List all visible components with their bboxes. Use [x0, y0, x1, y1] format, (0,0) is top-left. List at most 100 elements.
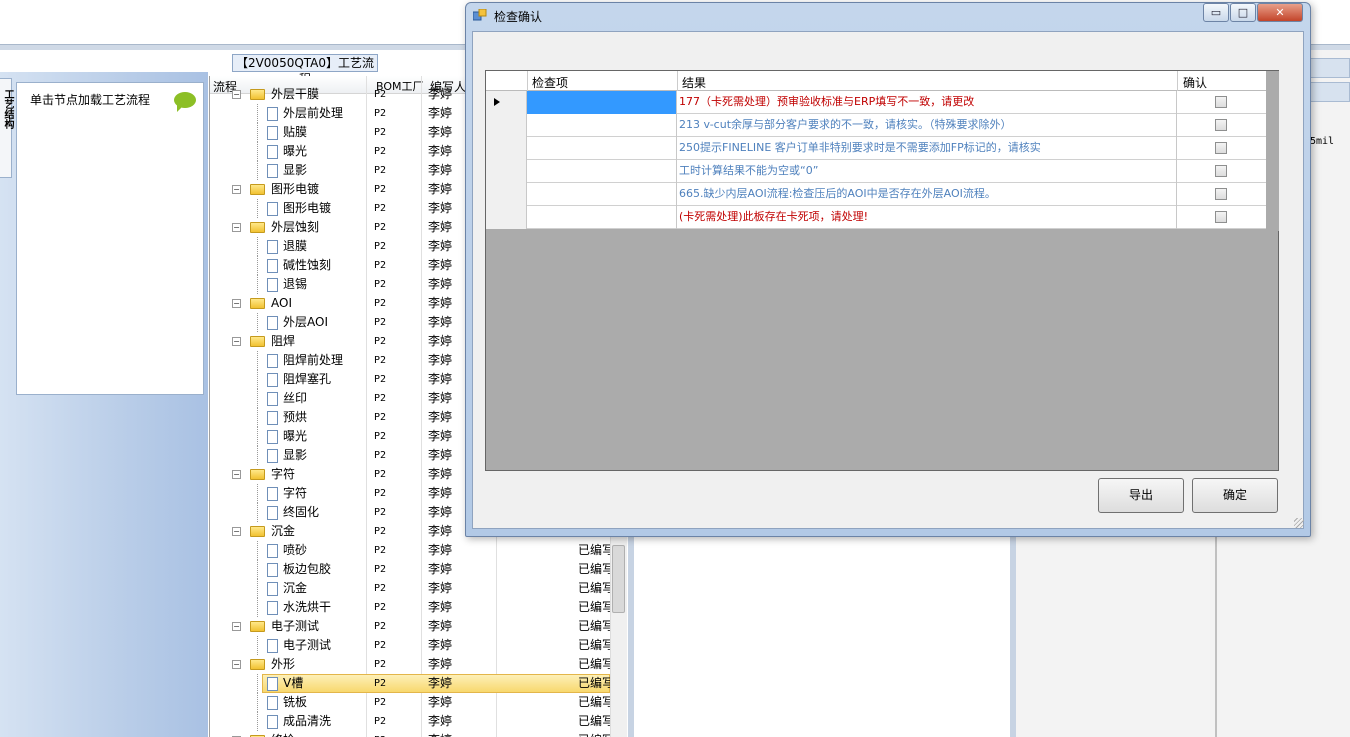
author-cell: 李婷 — [428, 144, 453, 158]
col-header-confirm[interactable]: 确认 — [1183, 74, 1207, 91]
row-header[interactable] — [486, 137, 527, 160]
confirm-checkbox[interactable] — [1215, 188, 1227, 200]
check-item-cell[interactable] — [527, 160, 677, 183]
close-button[interactable]: ✕ — [1257, 3, 1303, 22]
tree-row[interactable]: − 外形 P2 李婷 已编写 — [210, 655, 627, 674]
document-icon — [267, 354, 278, 368]
author-cell: 李婷 — [428, 106, 453, 120]
row-header[interactable] — [486, 114, 527, 137]
col-header-check-item[interactable]: 检查项 — [532, 74, 568, 91]
tree-node-label: 板边包胶 — [283, 562, 332, 576]
document-icon — [267, 601, 278, 615]
tree-node-label: 阻焊前处理 — [283, 353, 344, 367]
row-header[interactable] — [486, 91, 527, 114]
confirm-checkbox[interactable] — [1215, 165, 1227, 177]
tree-node-label: 曝光 — [283, 144, 308, 158]
tree-node-label: V槽 — [283, 676, 304, 690]
tree-node-label: 沉金 — [283, 581, 308, 595]
col-header-result[interactable]: 结果 — [682, 74, 706, 91]
collapse-toggle-icon[interactable]: − — [232, 223, 241, 232]
grid-row[interactable]: 213 v-cut余厚与部分客户要求的不一致，请核实。（特殊要求除外） — [486, 114, 1266, 137]
document-icon — [267, 677, 278, 691]
check-item-cell[interactable] — [527, 183, 677, 206]
result-cell[interactable]: 250提示FINELINE 客户订单非特别要求时是不需要添加FP标记的，请核实 — [677, 137, 1177, 160]
status-cell: 已编写 — [578, 676, 610, 690]
grid-row[interactable]: 250提示FINELINE 客户订单非特别要求时是不需要添加FP标记的，请核实 — [486, 137, 1266, 160]
result-cell[interactable]: 177（卡死需处理）预审验收标准与ERP填写不一致，请更改 — [677, 91, 1177, 114]
tree-row[interactable]: − 电子测试 P2 李婷 已编写 — [210, 617, 627, 636]
tree-node-label: 终固化 — [283, 505, 320, 519]
resize-grip[interactable] — [1294, 518, 1304, 528]
bom-cell: P2 — [374, 731, 386, 737]
tree-row[interactable]: V槽 P2 李婷 已编写 — [210, 674, 627, 693]
confirm-cell — [1177, 114, 1266, 137]
grid-row[interactable]: 177（卡死需处理）预审验收标准与ERP填写不一致，请更改 — [486, 91, 1266, 114]
result-cell[interactable]: 665.缺少内层AOI流程:检查压后的AOI中是否存在外层AOI流程。 — [677, 183, 1177, 206]
bom-cell: P2 — [374, 469, 387, 480]
row-header[interactable] — [486, 160, 527, 183]
author-cell: 李婷 — [428, 125, 453, 139]
tree-scroll-thumb[interactable] — [612, 545, 625, 613]
tree-node-label: 外层AOI — [283, 315, 328, 329]
result-cell[interactable]: 工时计算结果不能为空或“0” — [677, 160, 1177, 183]
author-cell: 李婷 — [428, 657, 453, 671]
confirm-cell — [1177, 206, 1266, 229]
check-item-cell[interactable] — [527, 114, 677, 137]
grid-row[interactable]: 665.缺少内层AOI流程:检查压后的AOI中是否存在外层AOI流程。 — [486, 183, 1266, 206]
collapse-toggle-icon[interactable]: − — [232, 527, 241, 536]
minimize-button[interactable]: ▭ — [1203, 3, 1229, 22]
bom-cell: P2 — [374, 298, 387, 309]
confirm-checkbox[interactable] — [1215, 96, 1227, 108]
collapse-toggle-icon[interactable]: − — [232, 337, 241, 346]
check-grid[interactable]: 检查项 结果 确认 177（卡死需处理）预审验收标准与ERP填写不一致，请更改 2… — [485, 70, 1279, 471]
check-item-cell[interactable] — [527, 137, 677, 160]
bom-cell: P2 — [374, 203, 387, 214]
collapse-toggle-icon[interactable]: − — [232, 660, 241, 669]
author-cell: 李婷 — [428, 505, 453, 519]
collapse-toggle-icon[interactable]: − — [232, 470, 241, 479]
collapse-toggle-icon[interactable]: − — [232, 299, 241, 308]
grid-row[interactable]: (卡死需处理)此板存在卡死项，请处理! — [486, 206, 1266, 229]
row-header[interactable] — [486, 183, 527, 206]
bom-cell: P2 — [374, 260, 387, 271]
confirm-checkbox[interactable] — [1215, 119, 1227, 131]
bom-cell: P2 — [374, 564, 387, 575]
check-item-cell[interactable] — [527, 206, 677, 229]
confirm-checkbox[interactable] — [1215, 142, 1227, 154]
tree-node-label: 图形电镀 — [283, 201, 332, 215]
current-row-icon — [494, 98, 500, 106]
collapse-toggle-icon[interactable]: − — [232, 185, 241, 194]
tree-row[interactable]: 铣板 P2 李婷 已编写 — [210, 693, 627, 712]
bom-cell: P2 — [374, 450, 387, 461]
document-icon — [267, 563, 278, 577]
bom-cell: P2 — [374, 507, 387, 518]
bom-cell: P2 — [374, 659, 387, 670]
tree-row[interactable]: −终检P2李婷已编写 — [210, 731, 627, 737]
bom-cell: P2 — [374, 108, 387, 119]
confirm-cell — [1177, 160, 1266, 183]
folder-icon — [250, 298, 265, 309]
export-button[interactable]: 导出 — [1098, 478, 1184, 513]
confirm-checkbox[interactable] — [1215, 211, 1227, 223]
tree-row[interactable]: 电子测试 P2 李婷 已编写 — [210, 636, 627, 655]
tree-row[interactable]: 沉金 P2 李婷 已编写 — [210, 579, 627, 598]
result-cell[interactable]: 213 v-cut余厚与部分客户要求的不一致，请核实。（特殊要求除外） — [677, 114, 1177, 137]
tree-row[interactable]: 板边包胶 P2 李婷 已编写 — [210, 560, 627, 579]
tree-row[interactable]: 水洗烘干 P2 李婷 已编写 — [210, 598, 627, 617]
bom-cell: P2 — [374, 317, 387, 328]
row-header[interactable] — [486, 206, 527, 229]
folder-icon — [250, 659, 265, 670]
tree-title: 【2V0050QTA0】工艺流程 — [232, 54, 378, 86]
maximize-button[interactable]: □ — [1230, 3, 1256, 22]
grid-row[interactable]: 工时计算结果不能为空或“0” — [486, 160, 1266, 183]
folder-icon — [250, 336, 265, 347]
tree-row[interactable]: 成品清洗 P2 李婷 已编写 — [210, 712, 627, 731]
document-icon — [267, 506, 278, 520]
collapse-toggle-icon[interactable]: − — [232, 622, 241, 631]
check-item-cell[interactable] — [527, 91, 677, 114]
tree-row[interactable]: 喷砂 P2 李婷 已编写 — [210, 541, 627, 560]
collapse-toggle-icon[interactable]: − — [232, 90, 241, 99]
ok-button[interactable]: 确定 — [1192, 478, 1278, 513]
vertical-tab[interactable]: 工艺结构 — [0, 78, 13, 178]
result-cell[interactable]: (卡死需处理)此板存在卡死项，请处理! — [677, 206, 1177, 229]
